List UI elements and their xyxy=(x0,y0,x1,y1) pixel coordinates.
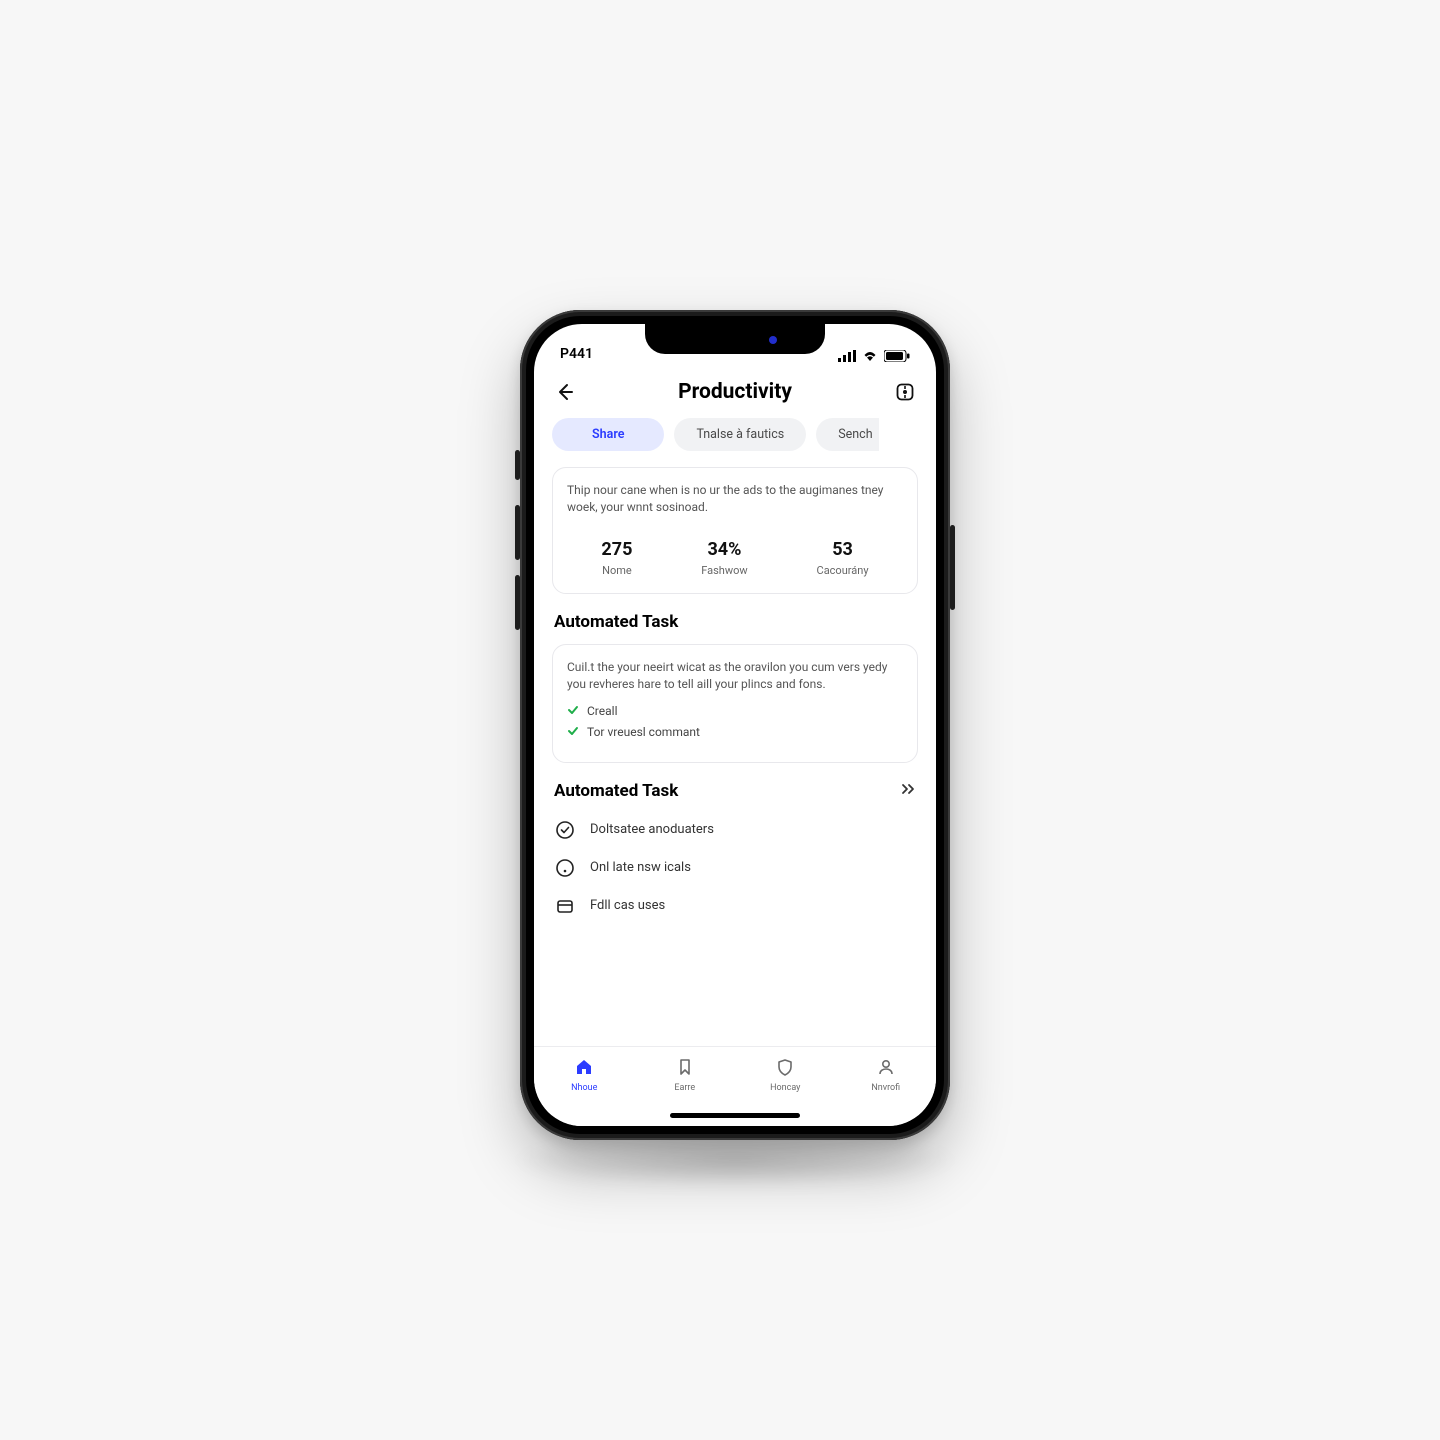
stat-1: 275 Nome xyxy=(601,539,632,577)
chip-share[interactable]: Share xyxy=(552,418,664,451)
list-item[interactable]: Doltsatee anoduaters xyxy=(552,811,918,849)
list-item[interactable]: Onl late nsw icals xyxy=(552,849,918,887)
screen: P441 Pr xyxy=(534,324,936,1126)
volume-up-button xyxy=(515,505,520,560)
section-2-header[interactable]: Automated Task xyxy=(554,781,916,801)
content-area[interactable]: Productivity Share Tnalse à fautics Senc… xyxy=(534,368,936,1046)
phone-frame: P441 Pr xyxy=(520,310,950,1140)
task-card: Cuil.t the your neeirt wicat as the orav… xyxy=(552,644,918,763)
tab-bar: Nhoue Earre Honcay Nnvrofi xyxy=(534,1046,936,1126)
bookmark-icon xyxy=(675,1057,695,1080)
page-title: Productivity xyxy=(678,380,792,404)
chip-secondary[interactable]: Tnalse à fautics xyxy=(674,418,806,451)
wifi-icon xyxy=(862,350,878,362)
list-item[interactable]: Fdll cas uses xyxy=(552,887,918,925)
chip-third[interactable]: Sench xyxy=(816,418,878,451)
chevron-right-icon xyxy=(900,781,916,800)
task-card-text: Cuil.t the your neeirt wicat as the orav… xyxy=(567,659,903,694)
stat-2: 34% Fashwow xyxy=(701,539,747,577)
section-2-title: Automated Task xyxy=(554,781,678,801)
tab-second[interactable]: Earre xyxy=(650,1057,720,1093)
power-button xyxy=(950,525,955,610)
check-item-2: Tor vreuesl commant xyxy=(567,725,903,740)
status-indicators xyxy=(838,350,910,362)
summary-text: Thip nour cane when is no ur the ads to … xyxy=(567,482,903,517)
check-list: Creall Tor vreuesl commant xyxy=(567,704,903,740)
shield-icon xyxy=(775,1057,795,1080)
stat-3: 53 Cacourány xyxy=(817,539,869,577)
tab-home[interactable]: Nhoue xyxy=(549,1057,619,1093)
summary-card: Thip nour cane when is no ur the ads to … xyxy=(552,467,918,594)
signal-icon xyxy=(838,350,856,362)
home-indicator[interactable] xyxy=(670,1113,800,1118)
filter-chips[interactable]: Share Tnalse à fautics Sench xyxy=(552,418,918,451)
check-icon xyxy=(567,704,579,719)
back-button[interactable] xyxy=(554,381,576,403)
top-bar: Productivity xyxy=(552,368,918,418)
header-action-button[interactable] xyxy=(894,381,916,403)
task-list: Doltsatee anoduaters Onl late nsw icals … xyxy=(552,811,918,925)
check-circle-icon xyxy=(554,819,576,841)
mute-switch xyxy=(515,450,520,480)
status-time: P441 xyxy=(560,346,593,362)
battery-icon xyxy=(884,350,910,362)
tab-fourth[interactable]: Nnvrofi xyxy=(851,1057,921,1093)
stats-row: 275 Nome 34% Fashwow 53 Cacourány xyxy=(567,539,903,577)
user-icon xyxy=(876,1057,896,1080)
tab-third[interactable]: Honcay xyxy=(750,1057,820,1093)
home-icon xyxy=(574,1057,594,1080)
notch xyxy=(645,324,825,354)
check-icon xyxy=(567,725,579,740)
volume-down-button xyxy=(515,575,520,630)
section-1-title: Automated Task xyxy=(554,612,916,632)
circle-icon xyxy=(554,857,576,879)
check-item-1: Creall xyxy=(567,704,903,719)
box-icon xyxy=(554,895,576,917)
